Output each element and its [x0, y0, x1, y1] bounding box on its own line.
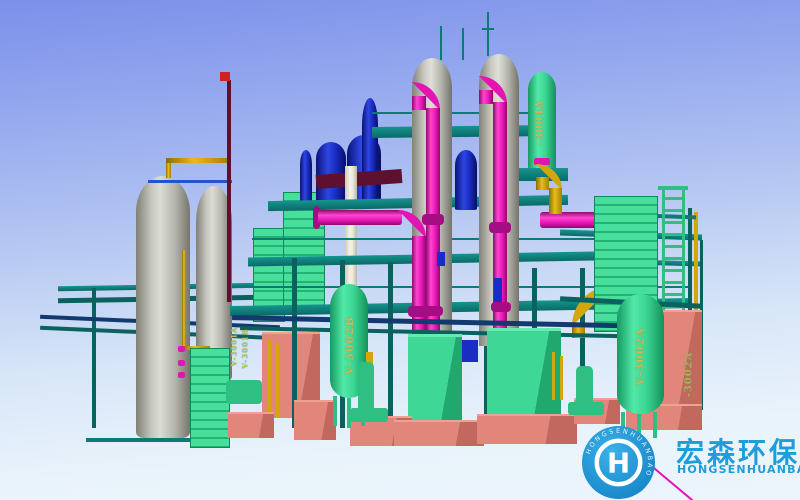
pipe-coupling	[489, 222, 511, 233]
pump-base	[350, 408, 388, 422]
pipe-coupling	[408, 306, 430, 317]
pipe-maroon	[227, 80, 231, 302]
deck-platform	[372, 125, 552, 138]
valve-handle	[178, 372, 185, 378]
blue-pump	[494, 278, 502, 302]
pipe-rack-post	[92, 288, 96, 428]
pipe-yellow	[694, 212, 698, 312]
vessel-leg	[333, 396, 337, 426]
vessel-drum	[617, 294, 664, 414]
foundation-pad	[294, 400, 336, 440]
pipe-blue	[148, 180, 232, 183]
pipe-yellow	[536, 177, 549, 190]
blue-pump	[437, 252, 445, 266]
antenna-line	[482, 28, 494, 30]
blue-column	[300, 150, 312, 206]
pipe-yellow	[276, 344, 279, 418]
green-tank-box	[408, 334, 462, 430]
pipe-coupling	[491, 302, 511, 312]
pipe-yellow	[552, 352, 555, 400]
pipe-yellow	[268, 340, 271, 418]
antenna-line	[462, 28, 464, 60]
pipe-yellow	[549, 188, 562, 214]
foundation-pad	[477, 414, 577, 444]
plate-heat-exchanger	[190, 348, 230, 448]
pipe-yellow	[560, 356, 563, 400]
pump	[226, 380, 262, 404]
vent-box	[220, 72, 230, 81]
pump-base	[568, 402, 604, 415]
pipe-yellow	[182, 250, 186, 350]
green-column	[528, 72, 556, 170]
valve-handle	[178, 346, 185, 352]
foundation-pad	[394, 420, 484, 446]
pump	[576, 366, 593, 406]
pipe-magenta	[412, 96, 426, 110]
pipe-coupling	[422, 214, 444, 225]
pipe-magenta	[479, 90, 493, 104]
structure-post	[388, 262, 393, 428]
pipe-yellow	[166, 158, 228, 163]
handrail	[372, 112, 552, 114]
logo-monogram: H	[607, 446, 630, 479]
antenna-line	[440, 26, 442, 60]
foundation-pad	[228, 412, 274, 438]
pipe-magenta	[318, 210, 402, 225]
company-name-en: HONGSENHUANBAO	[677, 463, 800, 476]
company-logo-icon: H HONGSENHUANBAO	[581, 425, 656, 500]
blue-reactor	[455, 150, 477, 210]
antenna-line	[487, 12, 489, 56]
valve-handle	[178, 360, 185, 366]
plant-3d-viewport[interactable]: V-3001A V-3001B V-3002B V-3002A -3002A -…	[0, 0, 800, 500]
